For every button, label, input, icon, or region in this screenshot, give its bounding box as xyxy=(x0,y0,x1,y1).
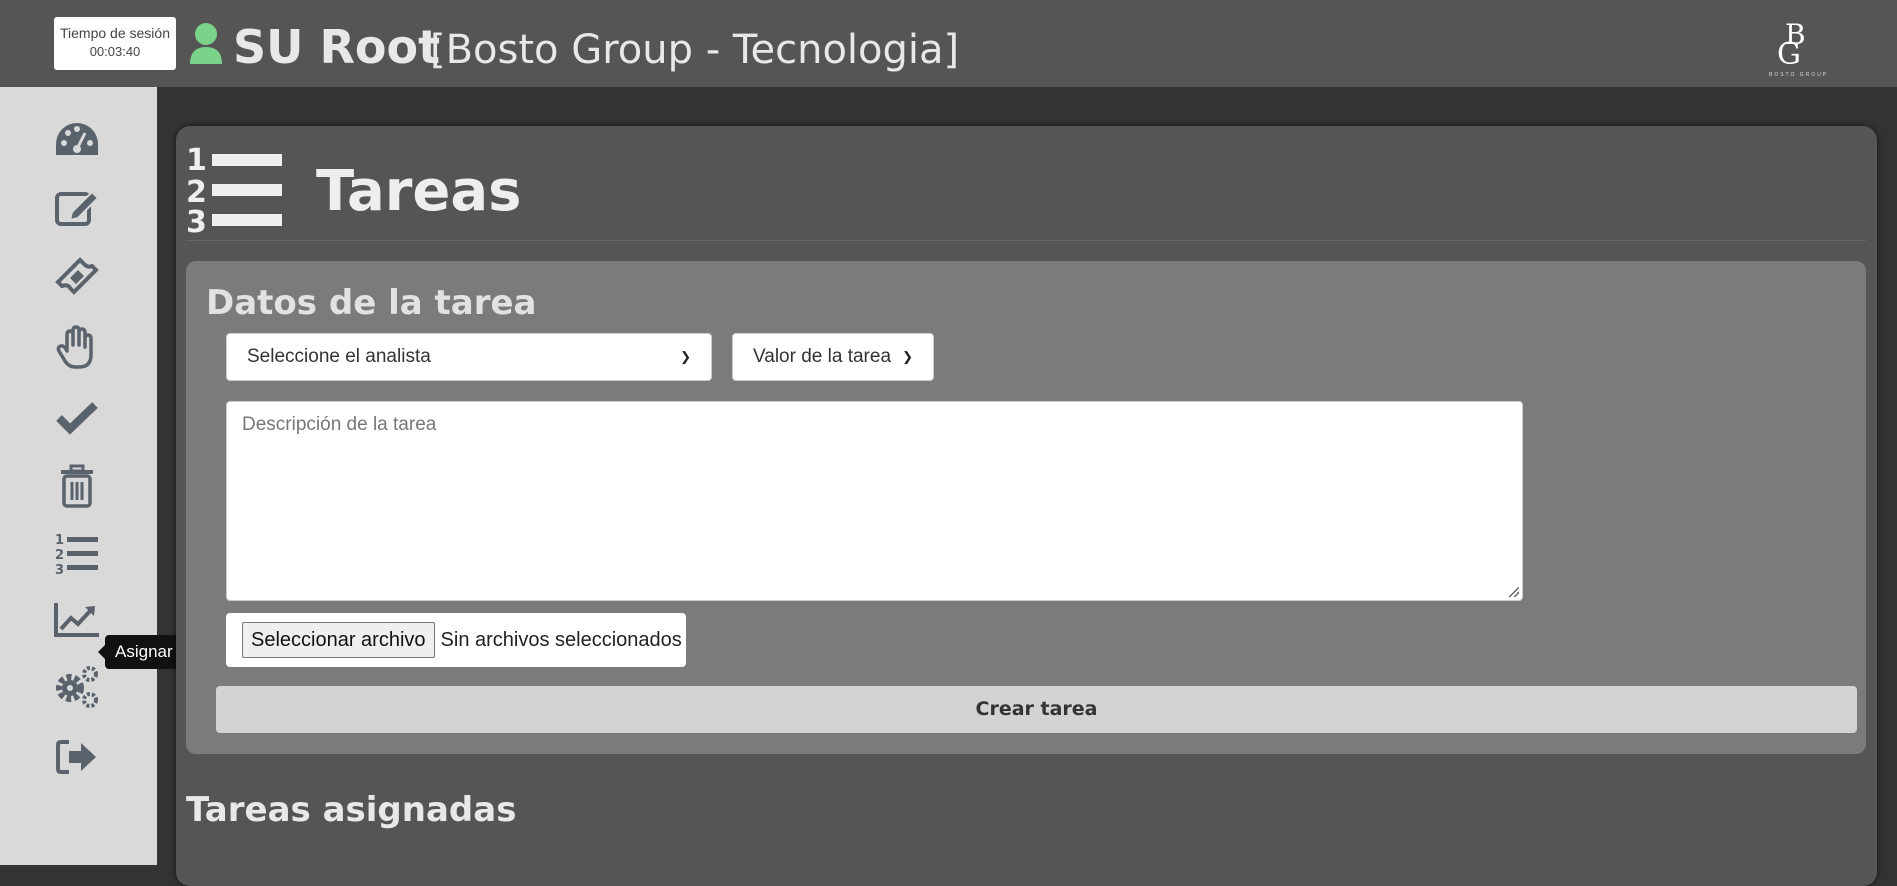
dashboard-gauge-icon xyxy=(56,123,98,155)
svg-text:2: 2 xyxy=(55,548,64,563)
sidebar-item-tickets[interactable] xyxy=(50,254,104,302)
brand-logo: B G BOSTO GROUP xyxy=(1765,18,1826,78)
analyst-select[interactable]: Seleccione el analista ❯ xyxy=(226,333,712,381)
task-description-input[interactable]: Descripción de la tarea xyxy=(226,401,1523,601)
sidebar-item-logout[interactable] xyxy=(50,733,104,781)
svg-text:3: 3 xyxy=(55,563,64,575)
task-description-placeholder: Descripción de la tarea xyxy=(242,414,437,435)
page-title: Tareas xyxy=(316,159,522,224)
sidebar-item-trash[interactable] xyxy=(50,462,104,510)
tasks-list-icon: 1 2 3 xyxy=(186,136,286,240)
svg-text:G: G xyxy=(1777,37,1801,72)
chevron-down-icon: ❯ xyxy=(902,349,913,364)
check-icon xyxy=(56,402,98,435)
file-input: Seleccionar archivo Sin archivos selecci… xyxy=(226,613,686,667)
brand-logo-text: BOSTO GROUP xyxy=(1769,72,1829,78)
trash-icon xyxy=(61,464,93,508)
task-value-select[interactable]: Valor de la tarea ❯ xyxy=(732,333,934,381)
top-bar: Tiempo de sesión 00:03:40 SU Root [Bosto… xyxy=(0,0,1897,87)
task-form-title: Datos de la tarea xyxy=(206,283,537,323)
svg-text:1: 1 xyxy=(186,143,207,178)
sidebar-item-hand[interactable] xyxy=(50,324,104,372)
logout-icon xyxy=(56,740,96,774)
edit-icon xyxy=(55,190,100,226)
assigned-tasks-title: Tareas asignadas xyxy=(186,790,517,830)
sidebar: 1 2 3 Asignar tareas xyxy=(0,87,235,865)
main-panel: 1 2 3 Tareas Datos de la tarea Seleccion… xyxy=(176,126,1877,886)
svg-text:1: 1 xyxy=(55,533,64,548)
session-timer-value: 00:03:40 xyxy=(89,44,141,59)
session-timer: Tiempo de sesión 00:03:40 xyxy=(54,17,176,70)
chart-line-icon xyxy=(54,603,99,637)
task-form-card: Datos de la tarea Seleccione el analista… xyxy=(186,261,1866,754)
user-icon xyxy=(188,22,224,70)
task-value-select-value: Valor de la tarea xyxy=(753,346,892,367)
title-divider xyxy=(186,240,1866,241)
sidebar-item-dashboard[interactable] xyxy=(50,117,104,165)
ordered-list-icon: 1 2 3 xyxy=(55,533,98,575)
resize-handle[interactable] xyxy=(1509,587,1519,597)
settings-gears-icon xyxy=(56,666,98,708)
sidebar-item-assign-tasks[interactable]: 1 2 3 xyxy=(50,529,104,577)
user-name: SU Root xyxy=(233,20,441,74)
chevron-down-icon: ❯ xyxy=(680,349,691,364)
hand-icon xyxy=(56,325,93,369)
file-status-text: Sin archivos seleccionados xyxy=(440,628,682,651)
svg-text:3: 3 xyxy=(186,205,207,234)
sidebar-item-reports[interactable] xyxy=(50,596,104,644)
select-file-button[interactable]: Seleccionar archivo xyxy=(242,622,435,658)
session-timer-label: Tiempo de sesión xyxy=(60,25,170,41)
organization-name: [Bosto Group - Tecnologia] xyxy=(430,27,960,73)
ticket-icon xyxy=(55,257,99,295)
create-task-button[interactable]: Crear tarea xyxy=(216,686,1857,733)
sidebar-item-completed[interactable] xyxy=(50,394,104,442)
sidebar-item-settings[interactable] xyxy=(50,663,104,711)
sidebar-item-edit[interactable] xyxy=(50,184,104,232)
analyst-select-value: Seleccione el analista xyxy=(247,346,431,367)
